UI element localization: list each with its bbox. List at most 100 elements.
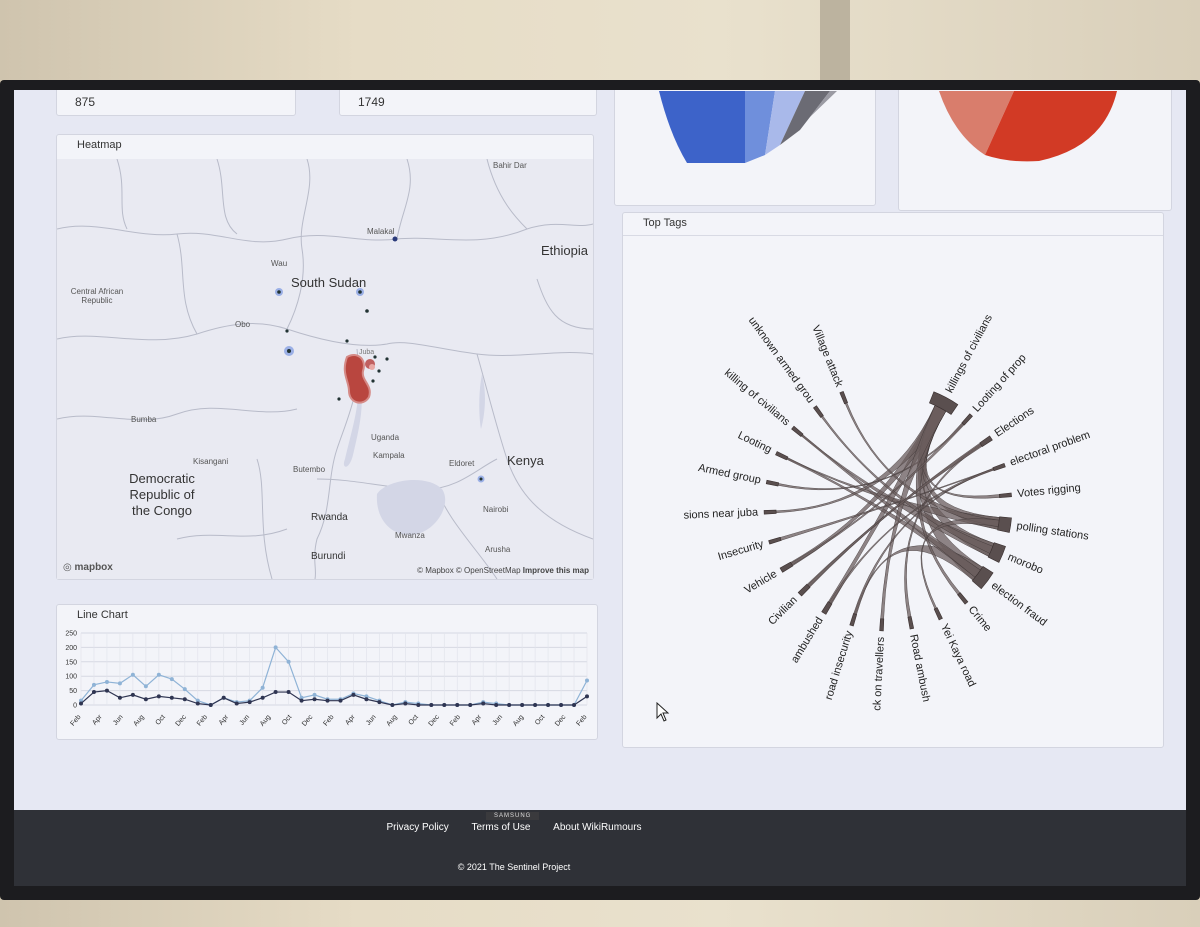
data-point[interactable] xyxy=(468,703,473,707)
chord-group-label: Crime xyxy=(966,604,994,634)
stat-value-left: 875 xyxy=(75,95,96,109)
data-point[interactable] xyxy=(481,701,486,706)
data-point[interactable] xyxy=(273,645,278,650)
data-point[interactable] xyxy=(247,700,252,705)
data-point[interactable] xyxy=(338,698,343,703)
map[interactable]: Bahir Dar Malakal Ethiopia Wau South Sud… xyxy=(57,159,593,579)
data-point[interactable] xyxy=(416,703,421,707)
data-point[interactable] xyxy=(273,690,278,695)
chord-arc[interactable] xyxy=(839,390,848,405)
chord-arc[interactable] xyxy=(979,435,993,447)
chord-arc[interactable] xyxy=(797,583,811,597)
data-point[interactable] xyxy=(286,659,291,664)
chord-group-label: Looting xyxy=(736,429,774,455)
data-point[interactable] xyxy=(390,703,395,707)
x-tick-label: Jun xyxy=(112,714,125,727)
data-point[interactable] xyxy=(91,682,96,687)
x-tick-label: Aug xyxy=(132,714,145,728)
data-point[interactable] xyxy=(442,703,447,707)
data-point[interactable] xyxy=(260,685,265,690)
data-point[interactable] xyxy=(117,681,122,686)
card-divider xyxy=(623,235,1163,236)
data-point[interactable] xyxy=(195,701,200,706)
data-point[interactable] xyxy=(208,703,213,707)
data-point[interactable] xyxy=(182,697,187,702)
data-point[interactable] xyxy=(169,695,174,700)
chord-group-label: Civilian xyxy=(766,594,800,627)
data-point[interactable] xyxy=(104,688,109,693)
chord-ribbons xyxy=(775,402,1000,620)
data-point[interactable] xyxy=(585,694,589,699)
privacy-policy-link[interactable]: Privacy Policy xyxy=(386,822,448,833)
chord-arc[interactable] xyxy=(779,561,794,573)
chord-arc[interactable] xyxy=(957,592,969,605)
data-point[interactable] xyxy=(104,679,109,684)
chord-arc[interactable] xyxy=(765,479,780,487)
data-point[interactable] xyxy=(130,692,135,697)
chord-arc[interactable] xyxy=(813,405,824,418)
chord-group-label: election fraud xyxy=(989,580,1049,629)
chord-arc[interactable] xyxy=(992,463,1006,472)
data-point[interactable] xyxy=(182,687,187,692)
data-point[interactable] xyxy=(351,692,356,697)
attribution-mapbox-link[interactable]: © Mapbox xyxy=(417,566,454,575)
data-point[interactable] xyxy=(156,672,161,677)
chord-arc[interactable] xyxy=(849,613,858,627)
data-point[interactable] xyxy=(546,703,551,707)
data-point[interactable] xyxy=(286,690,291,695)
data-point[interactable] xyxy=(559,703,564,707)
chord-arc[interactable] xyxy=(763,509,777,515)
terms-of-use-link[interactable]: Terms of Use xyxy=(471,822,530,833)
attribution-improve-link[interactable]: Improve this map xyxy=(523,566,589,575)
data-point[interactable] xyxy=(260,695,265,700)
data-point[interactable] xyxy=(299,698,304,703)
chord-arc[interactable] xyxy=(879,618,885,632)
data-point[interactable] xyxy=(234,701,239,706)
chord-arc[interactable] xyxy=(768,536,782,545)
chord-ribbon[interactable] xyxy=(777,423,964,491)
data-point[interactable] xyxy=(169,677,174,682)
chord-arc[interactable] xyxy=(821,601,833,615)
data-point[interactable] xyxy=(377,700,382,705)
data-point[interactable] xyxy=(312,697,317,702)
map-label-drc: Democratic Republic of the Congo xyxy=(129,471,195,518)
data-point[interactable] xyxy=(533,703,538,707)
data-point[interactable] xyxy=(520,703,525,707)
data-point[interactable] xyxy=(572,703,577,707)
map-label-eldoret: Eldoret xyxy=(449,459,475,468)
mapbox-logo[interactable]: ◎ mapbox xyxy=(63,562,113,573)
data-point[interactable] xyxy=(585,678,589,683)
data-point[interactable] xyxy=(325,698,330,703)
data-point[interactable] xyxy=(364,697,369,702)
chord-group-label: Road ambush xyxy=(907,633,932,703)
chord-arc[interactable] xyxy=(791,425,804,438)
data-point[interactable] xyxy=(455,703,460,707)
data-point[interactable] xyxy=(117,695,122,700)
chord-arc[interactable] xyxy=(998,492,1012,498)
data-point[interactable] xyxy=(91,690,96,695)
chord-arc[interactable] xyxy=(961,413,973,426)
map-label-juba: Juba xyxy=(359,349,375,356)
lake-turkana xyxy=(479,374,485,429)
data-point[interactable] xyxy=(143,697,148,702)
chord-arc[interactable] xyxy=(997,516,1012,533)
chord-arc[interactable] xyxy=(775,451,789,461)
data-point[interactable] xyxy=(494,703,499,707)
heatmap-card: Heatmap Bahir Dar Malakal Ethiopia Wau S… xyxy=(56,134,594,580)
data-point[interactable] xyxy=(312,692,317,697)
mapbox-logo-text: mapbox xyxy=(74,562,113,573)
dashboard: 875 1749 Heatmap Bahir Dar Malakal Ethio… xyxy=(14,90,1186,810)
attribution-osm-link[interactable]: © OpenStreetMap xyxy=(456,566,521,575)
about-link[interactable]: About WikiRumours xyxy=(553,822,641,833)
y-tick-label: 150 xyxy=(65,659,77,666)
data-point[interactable] xyxy=(79,701,83,706)
chord-arc[interactable] xyxy=(907,616,915,630)
data-point[interactable] xyxy=(156,694,161,699)
data-point[interactable] xyxy=(429,703,434,707)
data-point[interactable] xyxy=(507,703,512,707)
chord-arc[interactable] xyxy=(933,607,943,621)
data-point[interactable] xyxy=(403,701,408,706)
data-point[interactable] xyxy=(143,684,148,689)
data-point[interactable] xyxy=(221,695,226,700)
data-point[interactable] xyxy=(130,672,135,677)
